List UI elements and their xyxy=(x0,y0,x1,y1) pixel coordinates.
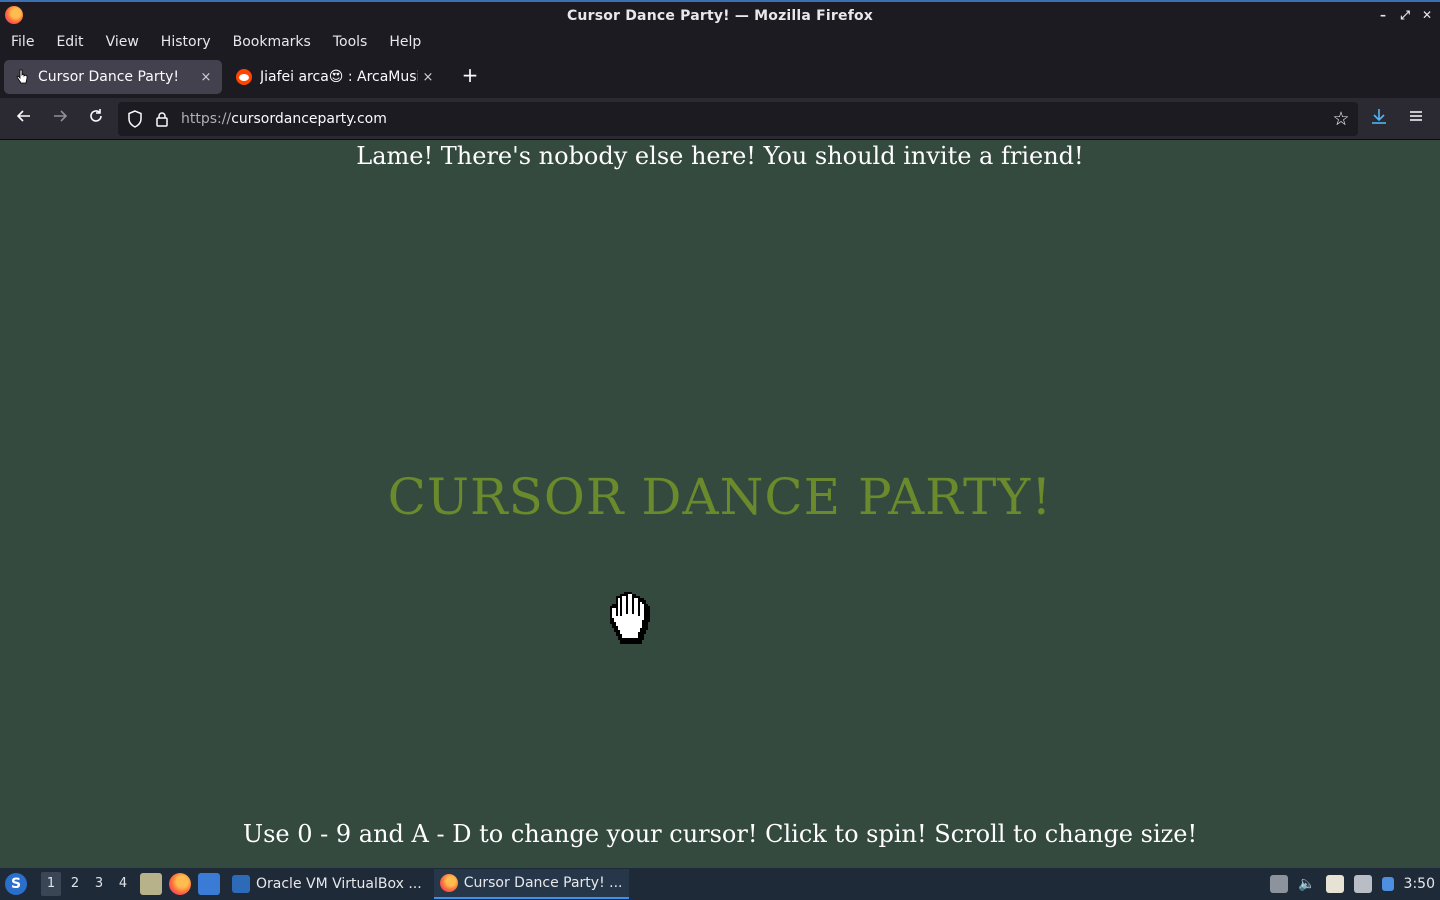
nobody-here-notice: Lame! There's nobody else here! You shou… xyxy=(356,142,1084,170)
tab-close-icon[interactable]: × xyxy=(196,70,216,85)
reload-icon xyxy=(90,109,102,122)
workspace-4[interactable]: 4 xyxy=(113,872,133,896)
tab-cursor-dance-party[interactable]: Cursor Dance Party! × xyxy=(4,60,222,94)
firefox-logo-icon xyxy=(5,6,23,24)
firefox-launcher-icon[interactable] xyxy=(169,873,191,895)
reload-button[interactable] xyxy=(84,107,108,131)
menu-edit[interactable]: Edit xyxy=(56,34,83,50)
menu-view[interactable]: View xyxy=(106,34,139,50)
menu-bookmarks[interactable]: Bookmarks xyxy=(233,34,311,50)
page-title: CURSOR DANCE PARTY! xyxy=(387,468,1053,526)
bookmark-star-icon[interactable]: ☆ xyxy=(1330,108,1352,130)
terminal-launcher-icon[interactable] xyxy=(198,873,220,895)
navigation-bar: https://cursordanceparty.com ☆ xyxy=(0,98,1440,140)
task-label: Oracle VM VirtualBox ... xyxy=(256,876,422,892)
new-tab-button[interactable]: + xyxy=(458,64,482,88)
volume-icon[interactable]: 🔈 xyxy=(1298,876,1315,892)
window-title: Cursor Dance Party! — Mozilla Firefox xyxy=(566,8,874,24)
download-icon xyxy=(1372,109,1386,124)
tracking-protection-shield-icon[interactable] xyxy=(127,110,143,128)
hand-cursor-icon xyxy=(610,592,650,644)
forward-button[interactable] xyxy=(48,107,72,131)
workspace-2[interactable]: 2 xyxy=(65,872,85,896)
tab-label: Cursor Dance Party! xyxy=(38,69,179,85)
task-virtualbox[interactable]: Oracle VM VirtualBox ... xyxy=(226,869,428,899)
reddit-icon xyxy=(236,69,252,85)
window-controls: – ⤢ ✕ xyxy=(1376,6,1434,24)
page-content[interactable]: Lame! There's nobody else here! You shou… xyxy=(0,140,1440,868)
close-window-button[interactable]: ✕ xyxy=(1420,6,1434,24)
menu-file[interactable]: File xyxy=(11,34,34,50)
back-arrow-icon xyxy=(16,110,30,122)
url-bar[interactable]: https://cursordanceparty.com ☆ xyxy=(118,102,1358,136)
menu-history[interactable]: History xyxy=(161,34,211,50)
tab-arcamusic[interactable]: Jiafei arca😍 : ArcaMusic × xyxy=(226,60,444,94)
instructions-text: Use 0 - 9 and A - D to change your curso… xyxy=(242,820,1198,848)
maximize-button[interactable]: ⤢ xyxy=(1398,6,1412,24)
tab-bar: Cursor Dance Party! × Jiafei arca😍 : Arc… xyxy=(0,56,1440,98)
app-menu-button[interactable] xyxy=(1404,107,1428,131)
back-button[interactable] xyxy=(12,107,36,131)
network-icon[interactable] xyxy=(1353,875,1372,893)
menu-bar: File Edit View History Bookmarks Tools H… xyxy=(0,30,1440,54)
system-tray: 🔈 3:50 xyxy=(1270,875,1440,893)
minimize-button[interactable]: – xyxy=(1376,6,1390,24)
menu-tools[interactable]: Tools xyxy=(333,34,368,50)
window-titlebar: Cursor Dance Party! — Mozilla Firefox – … xyxy=(0,0,1440,30)
clipboard-icon[interactable] xyxy=(1325,875,1344,893)
tab-label: Jiafei arca😍 : ArcaMusic xyxy=(260,69,418,85)
start-menu-button[interactable]: S xyxy=(5,873,27,895)
hamburger-menu-icon xyxy=(1410,111,1422,121)
task-firefox[interactable]: Cursor Dance Party! ... xyxy=(433,869,629,899)
virtualbox-icon xyxy=(232,875,250,893)
url-host: cursordanceparty.com xyxy=(231,111,387,127)
url-protocol: https:// xyxy=(181,111,232,127)
task-label: Cursor Dance Party! ... xyxy=(463,875,623,891)
workspace-1[interactable]: 1 xyxy=(41,872,61,896)
downloads-button[interactable] xyxy=(1367,107,1391,131)
file-manager-launcher-icon[interactable] xyxy=(140,873,162,895)
lock-icon[interactable] xyxy=(155,111,169,127)
tray-notifier-icon[interactable] xyxy=(1270,875,1289,893)
menu-help[interactable]: Help xyxy=(389,34,421,50)
pointer-cursor-icon xyxy=(14,69,30,85)
workspace-3[interactable]: 3 xyxy=(89,872,109,896)
url-text[interactable]: https://cursordanceparty.com xyxy=(181,111,1330,127)
clock[interactable]: 3:50 xyxy=(1404,876,1435,892)
desktop-taskbar: S 1 2 3 4 Oracle VM VirtualBox ... Curso… xyxy=(0,868,1440,900)
firefox-icon xyxy=(439,874,458,892)
updates-icon[interactable] xyxy=(1381,877,1394,891)
forward-arrow-icon xyxy=(54,110,68,122)
tab-close-icon[interactable]: × xyxy=(418,70,438,85)
